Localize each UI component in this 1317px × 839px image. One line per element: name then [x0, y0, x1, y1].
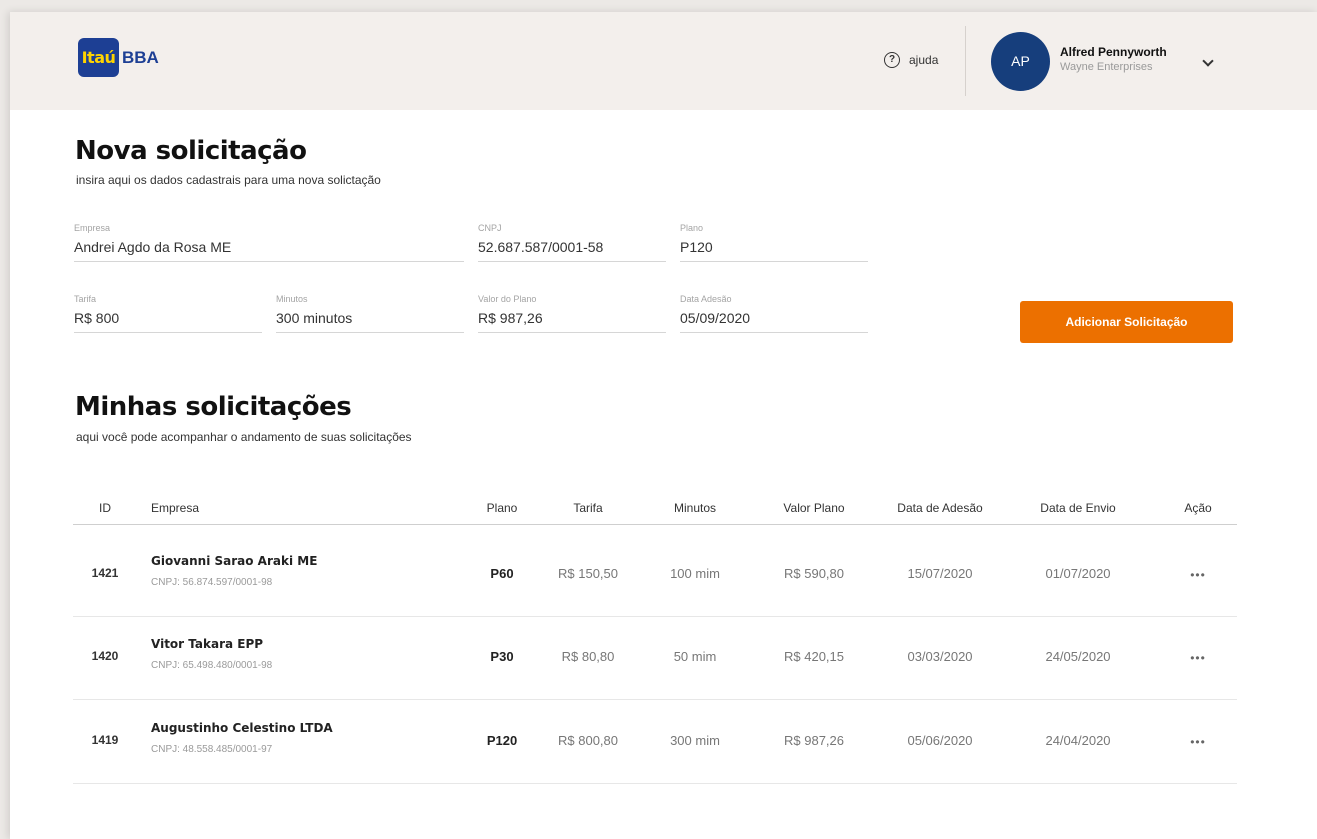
app-window: Itaú BBA ? ajuda AP Alfred Pennyworth Wa… [10, 12, 1317, 839]
plano-field[interactable]: Plano P120 [680, 223, 868, 262]
row-cnpj: CNPJ: 56.874.597/0001-98 [151, 577, 273, 588]
row-divider [73, 783, 1237, 784]
data-adesao-label: Data Adesão [680, 294, 732, 304]
row-adhesion-date: 03/03/2020 [907, 649, 973, 664]
data-adesao-field[interactable]: Data Adesão 05/09/2020 [680, 294, 868, 333]
column-header-data-adesao[interactable]: Data de Adesão [897, 501, 982, 515]
column-header-empresa[interactable]: Empresa [151, 501, 199, 515]
empresa-label: Empresa [74, 223, 111, 233]
plano-label: Plano [680, 223, 704, 233]
row-plan-value: R$ 987,26 [784, 733, 844, 748]
row-company-name: Vitor Takara EPP [151, 637, 264, 651]
minutos-field[interactable]: Minutos 300 minutos [276, 294, 464, 333]
add-request-button[interactable]: Adicionar Solicitação [1020, 301, 1233, 343]
cnpj-field[interactable]: CNPJ 52.687.587/0001-58 [478, 223, 666, 262]
column-header-tarifa[interactable]: Tarifa [573, 501, 602, 515]
valor-plano-field[interactable]: Valor do Plano R$ 987,26 [478, 294, 666, 333]
row-plan: P60 [490, 566, 514, 581]
row-id: 1421 [91, 566, 119, 580]
row-divider [73, 699, 1237, 700]
user-company: Wayne Enterprises [1060, 61, 1153, 73]
valor-plano-value: R$ 987,26 [478, 310, 543, 326]
row-adhesion-date: 15/07/2020 [907, 566, 973, 581]
row-plan-value: R$ 420,15 [784, 649, 844, 664]
empresa-value: Andrei Agdo da Rosa ME [74, 239, 232, 255]
row-minutes: 100 mim [670, 566, 720, 581]
column-header-data-envio[interactable]: Data de Envio [1040, 501, 1115, 515]
header-divider [965, 26, 966, 96]
tarifa-label: Tarifa [74, 294, 97, 304]
tarifa-field[interactable]: Tarifa R$ 800 [74, 294, 262, 333]
new-request-title: Nova solicitação [75, 136, 307, 166]
row-plan: P120 [486, 733, 518, 748]
row-minutes: 50 mim [673, 649, 717, 664]
question-circle-icon: ? [884, 52, 900, 68]
chevron-down-icon[interactable] [1202, 55, 1214, 67]
minutos-value: 300 minutos [276, 310, 353, 326]
new-request-subtitle: insira aqui os dados cadastrais para uma… [76, 173, 381, 187]
row-sent-date: 24/05/2020 [1045, 649, 1111, 664]
table-header-divider [73, 524, 1237, 525]
row-cnpj: CNPJ: 48.558.485/0001-97 [151, 744, 273, 755]
row-divider [73, 616, 1237, 617]
logo-text: BBA [122, 47, 159, 67]
column-header-minutos[interactable]: Minutos [674, 501, 716, 515]
row-plan-value: R$ 590,80 [784, 566, 844, 581]
row-sent-date: 01/07/2020 [1045, 566, 1111, 581]
plano-value: P120 [680, 239, 713, 255]
help-label: ajuda [909, 53, 939, 67]
column-header-id[interactable]: ID [99, 501, 111, 515]
row-tarifa: R$ 800,80 [558, 733, 618, 748]
row-cnpj: CNPJ: 65.498.480/0001-98 [151, 660, 273, 671]
row-company-name: Augustinho Celestino LTDA [151, 721, 333, 735]
row-sent-date: 24/04/2020 [1045, 733, 1111, 748]
top-header: Itaú BBA ? ajuda AP Alfred Pennyworth Wa… [10, 12, 1317, 110]
tarifa-value: R$ 800 [74, 310, 120, 326]
row-id: 1419 [91, 733, 119, 747]
row-plan: P30 [490, 649, 514, 664]
valor-plano-label: Valor do Plano [478, 294, 537, 304]
my-requests-subtitle: aqui você pode acompanhar o andamento de… [76, 430, 412, 444]
cnpj-label: CNPJ [478, 223, 502, 233]
column-header-plano[interactable]: Plano [487, 501, 518, 515]
avatar[interactable]: AP [991, 32, 1050, 91]
column-header-valor-plano[interactable]: Valor Plano [783, 501, 844, 515]
row-tarifa: R$ 150,50 [558, 566, 618, 581]
row-id: 1420 [91, 649, 119, 663]
more-actions-icon[interactable]: ••• [1190, 651, 1206, 665]
logo-badge: Itaú [78, 38, 119, 77]
more-actions-icon[interactable]: ••• [1190, 735, 1206, 749]
row-minutes: 300 mim [670, 733, 720, 748]
more-actions-icon[interactable]: ••• [1190, 568, 1206, 582]
user-name: Alfred Pennyworth [1060, 45, 1167, 59]
column-header-acao[interactable]: Ação [1184, 501, 1211, 515]
empresa-field[interactable]: Empresa Andrei Agdo da Rosa ME [74, 223, 464, 262]
cnpj-value: 52.687.587/0001-58 [478, 239, 604, 255]
itau-bba-logo[interactable]: Itaú BBA [78, 38, 159, 77]
row-company-name: Giovanni Sarao Araki ME [151, 554, 318, 568]
help-link[interactable]: ? ajuda [884, 52, 938, 68]
minutos-label: Minutos [276, 294, 308, 304]
row-adhesion-date: 05/06/2020 [907, 733, 973, 748]
data-adesao-value: 05/09/2020 [680, 310, 751, 326]
my-requests-title: Minhas solicitações [75, 392, 352, 422]
row-tarifa: R$ 80,80 [561, 649, 615, 664]
